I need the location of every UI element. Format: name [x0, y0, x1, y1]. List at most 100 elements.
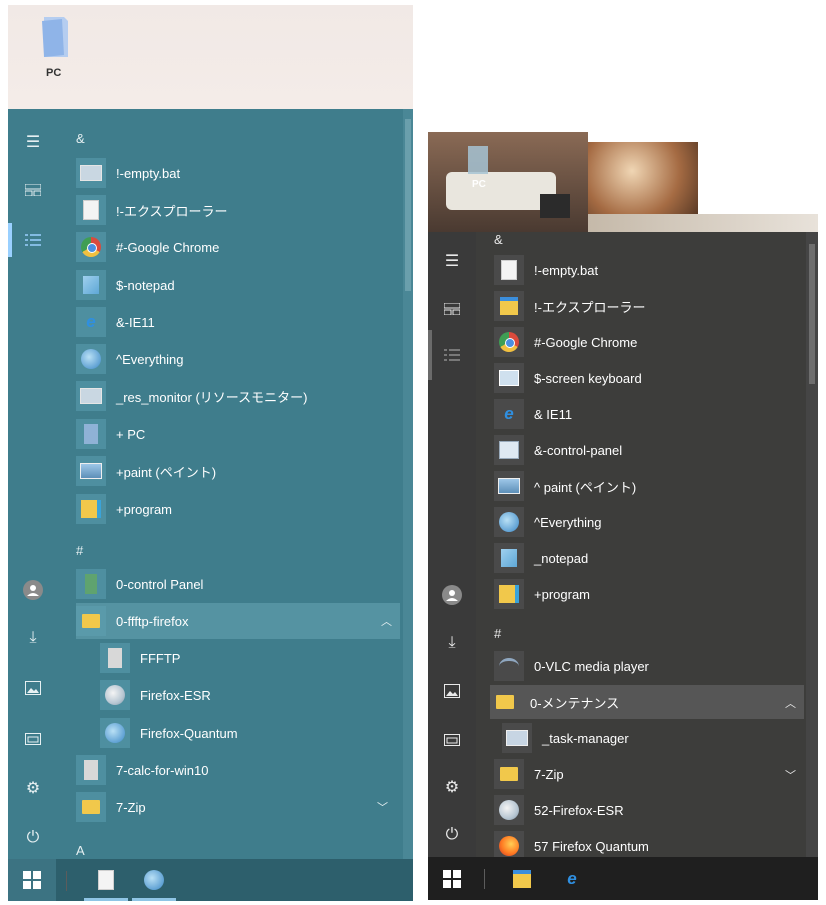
scrollbar-thumb[interactable]: [405, 119, 411, 291]
list-item-label: !-empty.bat: [116, 165, 181, 181]
control-panel-icon: [85, 574, 97, 594]
list-item[interactable]: #-Google Chrome: [76, 229, 396, 265]
list-item[interactable]: !-エクスプローラー: [76, 192, 396, 228]
folder-icon: [500, 767, 518, 781]
list-item[interactable]: !-empty.bat: [494, 253, 804, 287]
power-icon[interactable]: ⏻: [428, 818, 476, 852]
section-header[interactable]: &: [76, 131, 85, 146]
list-item[interactable]: 0-control Panel: [76, 566, 396, 602]
keyboard-icon: [499, 370, 519, 386]
file-explorer-icon[interactable]: [428, 722, 476, 756]
list-item[interactable]: 0-VLC media player: [494, 649, 804, 683]
list-item[interactable]: ^ paint (ペイント): [494, 469, 804, 503]
list-item[interactable]: +program: [76, 491, 396, 527]
list-item-label: #-Google Chrome: [116, 239, 220, 255]
list-item[interactable]: e &-IE11: [76, 304, 396, 340]
list-item-label: #-Google Chrome: [534, 334, 638, 350]
section-header[interactable]: #: [494, 626, 501, 641]
program-folder-icon: [499, 585, 519, 603]
hamburger-icon[interactable]: ☰: [428, 244, 476, 278]
section-header[interactable]: #: [76, 543, 83, 558]
list-item[interactable]: Firefox-Quantum: [100, 715, 396, 751]
program-folder-icon: [81, 500, 101, 518]
list-item[interactable]: FFFTP: [100, 640, 396, 676]
chevron-up-icon[interactable]: ︿: [381, 613, 392, 629]
chevron-down-icon[interactable]: ﹀: [377, 799, 388, 815]
taskbar-separator: [66, 871, 67, 891]
scrollbar[interactable]: [403, 109, 413, 859]
pictures-icon[interactable]: [428, 674, 476, 708]
list-item-label: 7-calc-for-win10: [116, 762, 209, 778]
folder-collapsed[interactable]: 7-Zip ﹀: [76, 789, 396, 825]
list-item[interactable]: e & IE11: [494, 397, 804, 431]
list-item[interactable]: #-Google Chrome: [494, 325, 804, 359]
firefox-icon: [105, 723, 125, 743]
windows-start-icon[interactable]: [8, 859, 56, 901]
list-icon[interactable]: [428, 338, 476, 372]
internet-explorer-icon: e: [504, 404, 514, 423]
list-item[interactable]: _task-manager: [502, 721, 804, 755]
list-item[interactable]: +program: [494, 577, 804, 611]
pc-icon[interactable]: [468, 146, 488, 174]
document-icon[interactable]: [82, 859, 130, 901]
list-item-label[interactable]: 0-control Panel: [116, 577, 203, 592]
internet-explorer-icon[interactable]: e: [548, 857, 596, 900]
batch-file-icon: [501, 260, 517, 280]
list-item[interactable]: !-empty.bat: [76, 155, 396, 191]
firefox-esr-icon[interactable]: [130, 859, 178, 901]
file-explorer-icon[interactable]: [8, 721, 58, 755]
folder-collapsed[interactable]: 7-Zip ﹀: [494, 757, 804, 791]
list-item-label: &-IE11: [116, 314, 155, 330]
chrome-icon: [81, 237, 101, 257]
list-item[interactable]: 7-calc-for-win10: [76, 752, 396, 788]
chevron-up-icon[interactable]: ︿: [785, 695, 796, 711]
list-item[interactable]: +paint (ペイント): [76, 453, 396, 489]
folder-expanded[interactable]: 0-メンテナンス ︿: [490, 685, 804, 719]
settings-gear-icon[interactable]: ⚙: [8, 771, 58, 805]
list-item[interactable]: + PC: [76, 416, 396, 452]
section-header[interactable]: &: [494, 232, 503, 247]
user-avatar-icon[interactable]: [8, 573, 58, 607]
pictures-icon[interactable]: [8, 671, 58, 705]
list-item-label: $-screen keyboard: [534, 370, 642, 386]
windows-start-icon[interactable]: [428, 857, 476, 900]
control-panel-icon: [499, 441, 519, 459]
downloads-icon[interactable]: ⤓: [428, 626, 476, 660]
user-avatar-icon[interactable]: [428, 578, 476, 612]
folder-expanded[interactable]: 0-ffftp-firefox ︿: [76, 603, 400, 639]
list-item[interactable]: !-エクスプローラー: [494, 289, 804, 323]
list-icon[interactable]: [8, 223, 58, 257]
everything-search-icon: [499, 512, 519, 532]
list-item-label: &-control-panel: [534, 442, 623, 458]
section-header[interactable]: A: [76, 843, 85, 858]
everything-search-icon: [81, 349, 101, 369]
list-item[interactable]: _notepad: [494, 541, 804, 575]
list-item[interactable]: 57 Firefox Quantum: [494, 829, 804, 857]
active-indicator: [132, 898, 176, 901]
scrollbar-thumb[interactable]: [809, 244, 815, 384]
list-item[interactable]: $-screen keyboard: [494, 361, 804, 395]
file-explorer-icon[interactable]: [498, 857, 546, 900]
list-item[interactable]: _res_monitor (リソースモニター): [76, 378, 396, 414]
chevron-down-icon[interactable]: ﹀: [785, 767, 796, 783]
pc-icon[interactable]: [38, 15, 72, 59]
list-item[interactable]: 52-Firefox-ESR: [494, 793, 804, 827]
tiles-icon[interactable]: [428, 292, 476, 326]
internet-explorer-icon: e: [86, 312, 96, 331]
scrollbar[interactable]: [806, 232, 818, 857]
list-item[interactable]: &-control-panel: [494, 433, 804, 467]
hamburger-icon[interactable]: ☰: [8, 125, 58, 159]
list-item-label: +program: [116, 501, 172, 517]
power-icon[interactable]: ⏻: [8, 821, 58, 855]
batch-file-icon: [80, 165, 102, 181]
list-item[interactable]: ^Everything: [494, 505, 804, 539]
settings-gear-icon[interactable]: ⚙: [428, 770, 476, 804]
app-list: & !-empty.bat !-エクスプローラー #-Google Chrome…: [58, 109, 403, 859]
tiles-icon[interactable]: [8, 173, 58, 207]
paint-icon: [80, 463, 102, 479]
downloads-icon[interactable]: ⤓: [8, 621, 58, 655]
desktop-icon-label: PC: [46, 67, 62, 79]
list-item[interactable]: $-notepad: [76, 267, 396, 303]
list-item[interactable]: Firefox-ESR: [100, 677, 396, 713]
list-item[interactable]: ^Everything: [76, 341, 396, 377]
